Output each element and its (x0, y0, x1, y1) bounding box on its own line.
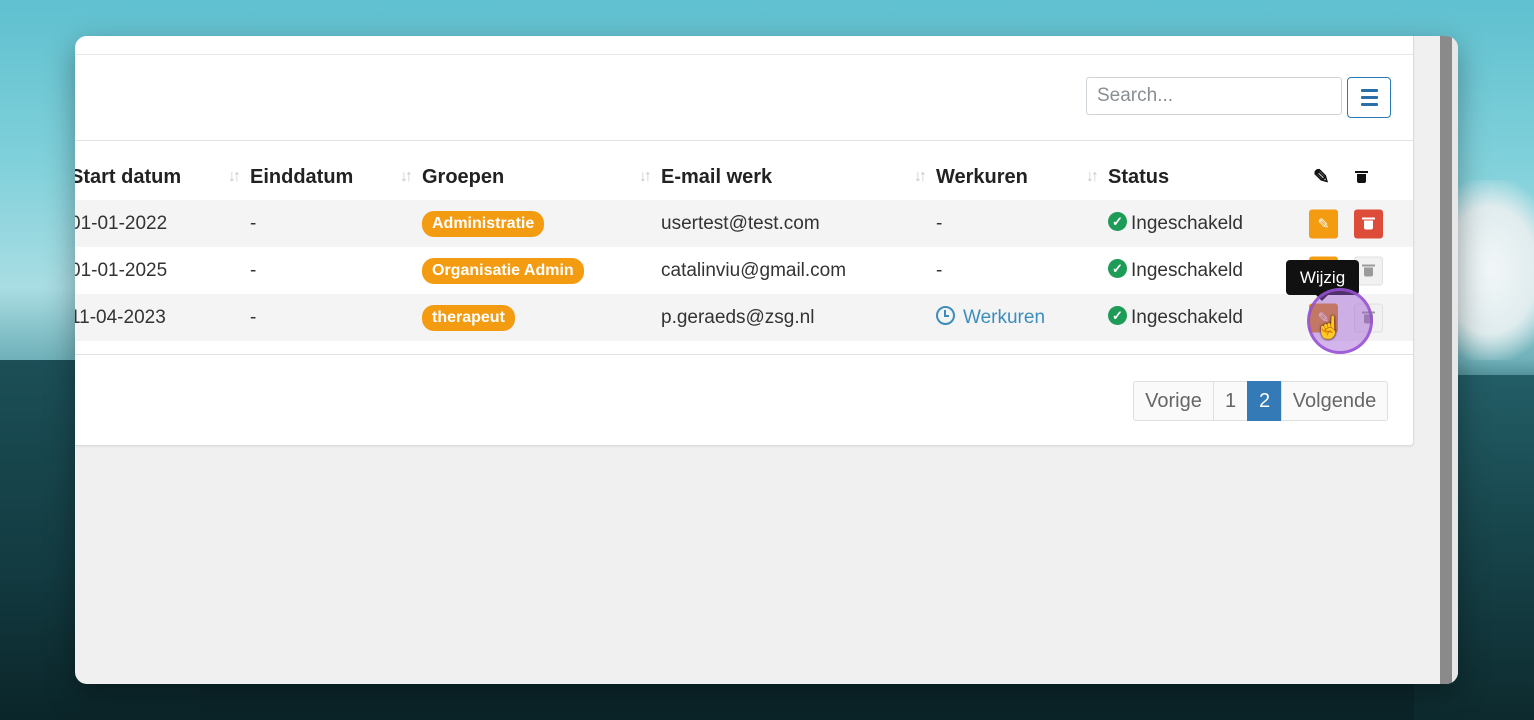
email-cell: usertest@test.com (661, 212, 820, 234)
column-header-start-date[interactable]: Start datum ↓↑ (75, 154, 250, 200)
page-1-button[interactable]: 1 (1213, 381, 1248, 421)
hours-cell: - (936, 259, 943, 281)
sort-icon[interactable]: ↓↑ (914, 168, 927, 186)
check-circle-icon: ✓ (1108, 305, 1127, 325)
search-input[interactable] (1086, 77, 1342, 115)
next-page-button[interactable]: Volgende (1281, 381, 1388, 421)
hours-cell: - (936, 212, 943, 234)
check-circle-icon: ✓ (1108, 211, 1127, 231)
page-2-button[interactable]: 2 (1247, 381, 1282, 421)
delete-button[interactable] (1354, 209, 1383, 238)
sort-icon[interactable]: ↓↑ (400, 168, 413, 186)
column-header-groups[interactable]: Groepen ↓↑ (422, 154, 661, 200)
pencil-icon: ✎ (1313, 166, 1330, 189)
divider (75, 54, 1413, 55)
group-badge: therapeut (422, 304, 515, 331)
app-window: Start datum ↓↑ Einddatum ↓↑ Groepen ↓↑ E… (75, 36, 1458, 684)
start-date-cell: 01-01-2025 (75, 259, 168, 281)
status-cell: ✓ Ingeschakeld (1108, 294, 1293, 341)
check-circle-icon: ✓ (1108, 258, 1127, 278)
scrollbar[interactable] (1440, 36, 1452, 684)
column-header-end-date[interactable]: Einddatum ↓↑ (250, 154, 422, 200)
groups-cell: therapeut (422, 294, 661, 341)
groups-cell: Administratie (422, 200, 661, 247)
end-date-cell: - (250, 212, 257, 234)
table-header-row: Start datum ↓↑ Einddatum ↓↑ Groepen ↓↑ E… (75, 154, 1413, 200)
end-date-cell: - (250, 306, 257, 328)
column-header-status[interactable]: Status (1108, 154, 1293, 200)
clock-icon (936, 305, 955, 325)
pagination: Vorige 1 2 Volgende (1133, 381, 1388, 421)
pencil-icon: ✎ (1317, 215, 1330, 231)
trash-icon (1362, 264, 1375, 277)
group-badge: Organisatie Admin (422, 257, 584, 284)
start-date-cell: 01-01-2022 (75, 212, 168, 234)
trash-icon (1362, 217, 1375, 230)
sort-icon[interactable]: ↓↑ (1086, 168, 1099, 186)
table-card: Start datum ↓↑ Einddatum ↓↑ Groepen ↓↑ E… (75, 36, 1414, 446)
work-hours-link[interactable]: Werkuren (936, 305, 1045, 328)
start-date-cell: 11-04-2023 (75, 306, 166, 328)
table-row: 11-04-2023 - therapeut p.geraeds@zsg.nl … (75, 294, 1413, 341)
table-row: 01-01-2022 - Administratie usertest@test… (75, 200, 1413, 247)
trash-icon (1355, 171, 1368, 183)
users-table: Start datum ↓↑ Einddatum ↓↑ Groepen ↓↑ E… (75, 154, 1413, 341)
divider (75, 140, 1413, 141)
sort-icon[interactable]: ↓↑ (228, 168, 241, 186)
actions-cell: ✎ (1293, 200, 1413, 247)
email-cell: catalinviu@gmail.com (661, 259, 847, 281)
hours-cell: Werkuren (936, 294, 1108, 341)
sort-icon[interactable]: ↓↑ (639, 168, 652, 186)
groups-cell: Organisatie Admin (422, 247, 661, 294)
table-row: 01-01-2025 - Organisatie Admin catalinvi… (75, 247, 1413, 294)
hand-cursor-icon: ☝ (1315, 315, 1343, 340)
column-header-work-email[interactable]: E-mail werk ↓↑ (661, 154, 936, 200)
email-cell: p.geraeds@zsg.nl (661, 306, 815, 328)
edit-button[interactable]: ✎ (1309, 209, 1338, 238)
end-date-cell: - (250, 259, 257, 281)
previous-page-button[interactable]: Vorige (1133, 381, 1214, 421)
divider (75, 354, 1413, 355)
status-cell: ✓ Ingeschakeld (1108, 200, 1293, 247)
column-header-actions: ✎ (1293, 154, 1413, 200)
group-badge: Administratie (422, 210, 545, 237)
column-header-work-hours[interactable]: Werkuren ↓↑ (936, 154, 1108, 200)
bars-icon (1360, 89, 1378, 92)
status-cell: ✓ Ingeschakeld (1108, 247, 1293, 294)
column-menu-button[interactable] (1347, 77, 1391, 118)
